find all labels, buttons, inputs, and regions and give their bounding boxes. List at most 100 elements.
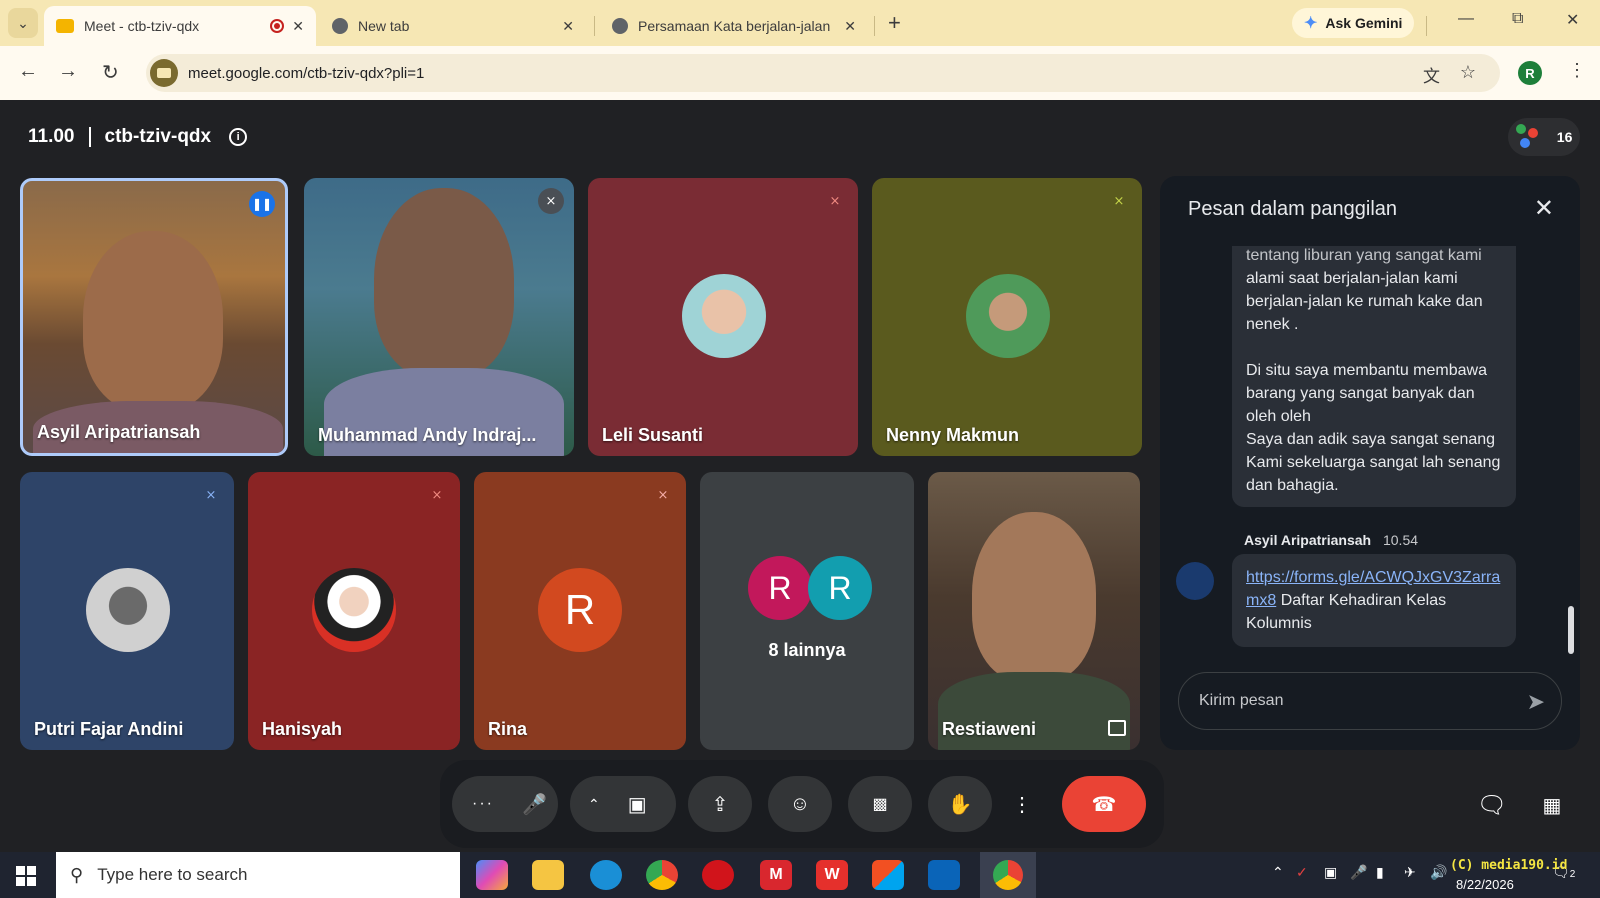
participant-tile[interactable]: ⨯ Leli Susanti xyxy=(588,178,858,456)
file-explorer-icon[interactable] xyxy=(532,860,564,890)
participant-tile[interactable]: Restiaweni xyxy=(928,472,1140,750)
captions-button[interactable]: ▩ xyxy=(848,776,912,832)
tab-close-icon[interactable]: ✕ xyxy=(844,18,856,35)
chrome-active-app-icon[interactable] xyxy=(980,852,1036,898)
chevron-up-icon[interactable]: ⌃ xyxy=(588,796,600,813)
tray-app-icon[interactable]: ✓ xyxy=(1296,864,1308,881)
video-options-button[interactable]: ⌃ ▣ xyxy=(570,776,676,832)
tray-microphone-icon[interactable]: 🎤 xyxy=(1350,864,1367,881)
tray-chevron-up-icon[interactable]: ⌃ xyxy=(1272,864,1284,881)
wps-office-icon[interactable]: W xyxy=(816,860,848,890)
chat-message: tentang liburan yang sangat kami alami sa… xyxy=(1232,246,1516,507)
opera-browser-icon[interactable] xyxy=(702,860,734,890)
tab-meet[interactable]: Meet - ctb-tziv-qdx ✕ xyxy=(44,6,316,46)
chat-message-input[interactable]: Kirim pesan ➤ xyxy=(1178,672,1562,730)
tab-divider xyxy=(874,16,875,36)
participant-initial-avatar: R xyxy=(538,568,622,652)
others-tile[interactable]: R R 8 lainnya xyxy=(700,472,914,750)
activities-grid-icon[interactable]: ▦ xyxy=(1524,780,1580,830)
participant-tile[interactable]: ⨯ Muhammad Andy Indraj... xyxy=(304,178,574,456)
mic-off-icon: ⨯ xyxy=(431,487,443,502)
battery-icon[interactable]: ▮ xyxy=(1376,864,1384,881)
participant-name: Hanisyah xyxy=(262,719,343,739)
bookmark-star-icon[interactable]: ☆ xyxy=(1460,62,1476,83)
taskbar-search-placeholder: Type here to search xyxy=(97,865,248,884)
participant-name: Asyil Aripatriansah xyxy=(37,422,201,442)
meet-site-icon[interactable] xyxy=(150,59,178,87)
microphone-icon[interactable]: 🎤 xyxy=(522,792,547,817)
ask-gemini-label: Ask Gemini xyxy=(1325,15,1403,31)
window-close-icon[interactable]: ✕ xyxy=(1566,10,1579,30)
message-sender: Asyil Aripatriansah xyxy=(1244,532,1372,548)
pin-frame-icon[interactable] xyxy=(1108,720,1126,736)
forward-arrow-icon[interactable]: → xyxy=(58,60,78,83)
raise-hand-button[interactable]: ✋ xyxy=(928,776,992,832)
ask-gemini-button[interactable]: ✦ Ask Gemini xyxy=(1292,8,1415,38)
browser-menu-icon[interactable]: ⋮ xyxy=(1568,60,1586,81)
address-bar[interactable]: meet.google.com/ctb-tziv-qdx?pli=1 文 ☆ xyxy=(146,54,1500,92)
message-text: Daftar Kehadiran Kelas Kolumnis xyxy=(1246,592,1447,632)
chat-toggle-icon[interactable]: 🗨 xyxy=(1464,780,1520,830)
tab-search-chevron-icon[interactable]: ⌄ xyxy=(8,8,38,38)
chrome-favicon-icon xyxy=(332,18,348,34)
emoji-reaction-button[interactable]: ☺ xyxy=(768,776,832,832)
message-text: Di situ saya membantu membawa barang yan… xyxy=(1246,362,1501,494)
tab-close-icon[interactable]: ✕ xyxy=(292,18,304,35)
participant-tile[interactable]: ⨯ Nenny Makmun xyxy=(872,178,1142,456)
translate-icon[interactable]: 文 xyxy=(1423,62,1440,87)
meeting-info-icon[interactable]: i xyxy=(229,128,248,146)
participant-name: Nenny Makmun xyxy=(886,425,1020,445)
participant-avatar xyxy=(312,568,396,652)
restore-icon[interactable]: ⧉ xyxy=(1512,10,1523,28)
meeting-code: ctb-tziv-qdx xyxy=(104,126,212,147)
participant-tile[interactable]: R ⨯ Rina xyxy=(474,472,686,750)
others-initial-avatar: R xyxy=(808,556,872,620)
reload-icon[interactable]: ↻ xyxy=(102,60,119,85)
tab-title: Meet - ctb-tziv-qdx xyxy=(84,18,200,34)
windows-start-icon[interactable] xyxy=(16,866,36,886)
volume-icon[interactable]: 🔊 xyxy=(1430,864,1447,881)
tab-new-tab[interactable]: New tab ✕ xyxy=(320,6,586,46)
recording-icon xyxy=(270,19,285,33)
participant-tile[interactable]: ⨯ Putri Fajar Andini xyxy=(20,472,234,750)
chrome-browser-icon[interactable] xyxy=(646,860,678,890)
participant-video xyxy=(83,231,223,411)
chat-panel-title: Pesan dalam panggilan xyxy=(1188,198,1398,220)
participant-name: Restiaweni xyxy=(942,719,1037,739)
chat-message: https://forms.gle/ACWQJxGV3Zarramx8 Daft… xyxy=(1232,554,1516,647)
meeting-time: 11.00 xyxy=(28,126,75,147)
url-text[interactable]: meet.google.com/ctb-tziv-qdx?pli=1 xyxy=(188,65,424,82)
airplane-mode-icon[interactable]: ✈ xyxy=(1404,864,1416,881)
taskbar-search-box[interactable]: ⚲ Type here to search xyxy=(56,852,460,898)
end-call-button[interactable]: ☎ xyxy=(1062,776,1146,832)
watermark-text: (C) media190.id xyxy=(1450,858,1568,873)
minimize-icon[interactable]: — xyxy=(1458,10,1474,28)
new-tab-plus-icon[interactable]: + xyxy=(888,10,901,36)
search-icon: ⚲ xyxy=(70,864,84,885)
tab-title: Persamaan Kata berjalan-jalan xyxy=(638,18,831,34)
present-screen-button[interactable]: ⇪ xyxy=(688,776,752,832)
edge-browser-icon[interactable] xyxy=(590,860,622,890)
copilot-app-icon[interactable] xyxy=(476,860,508,890)
participants-button[interactable]: 16 xyxy=(1508,118,1580,156)
camera-icon[interactable]: ▣ xyxy=(628,792,647,817)
microsoft-store-icon[interactable] xyxy=(872,860,904,890)
back-arrow-icon[interactable]: ← xyxy=(18,60,38,83)
globe-favicon-icon xyxy=(612,18,628,34)
browser-toolbar: ← → ↻ meet.google.com/ctb-tziv-qdx?pli=1… xyxy=(0,46,1600,100)
more-options-dots-icon[interactable]: ··· 🎤 xyxy=(452,776,558,832)
tab-persamaan-kata[interactable]: Persamaan Kata berjalan-jalan ✕ xyxy=(600,6,868,46)
participant-tile[interactable]: ⨯ Hanisyah xyxy=(248,472,460,750)
chat-close-icon[interactable]: ✕ xyxy=(1534,194,1554,223)
chat-scrollbar[interactable] xyxy=(1568,606,1574,654)
mega-app-icon[interactable]: M xyxy=(760,860,792,890)
send-icon[interactable]: ➤ xyxy=(1527,689,1545,715)
profile-avatar[interactable]: R xyxy=(1518,61,1542,85)
taskbar-date: 8/22/2026 xyxy=(1456,877,1514,892)
outlook-app-icon[interactable] xyxy=(928,860,960,890)
tab-close-icon[interactable]: ✕ xyxy=(562,18,574,35)
tray-meet-icon[interactable]: ▣ xyxy=(1324,864,1337,881)
participant-avatar xyxy=(86,568,170,652)
participant-tile[interactable]: ❚❚ Asyil Aripatriansah xyxy=(20,178,288,456)
more-options-button[interactable]: ⋮ xyxy=(1006,776,1038,832)
